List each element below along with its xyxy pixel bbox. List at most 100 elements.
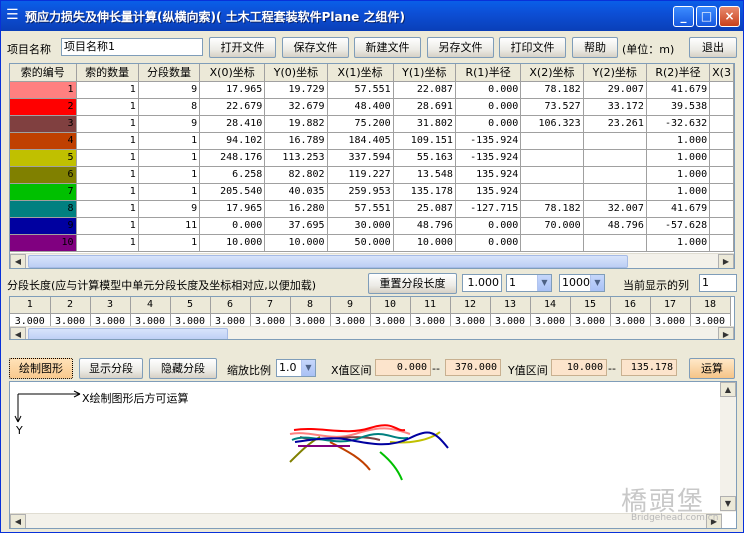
chevron-down-icon[interactable]: ▼ [590, 275, 604, 291]
table-cell[interactable] [520, 183, 584, 201]
segment-length-input[interactable]: 1.000 [462, 274, 502, 292]
table-cell[interactable]: 259.953 [327, 183, 394, 201]
table-cell[interactable]: 6.258 [199, 166, 266, 184]
segment-column-header[interactable]: 8 [290, 297, 331, 314]
close-button[interactable]: × [719, 6, 740, 27]
table-cell[interactable]: 135.924 [455, 183, 522, 201]
table-row[interactable]: 2 1 8 22.679 32.679 48.400 28.691 0.000 73.527 33… [10, 98, 734, 116]
table-cell[interactable]: 1 [138, 166, 201, 184]
table-cell[interactable]: 119.227 [327, 166, 394, 184]
table-cell[interactable]: 1.000 [646, 183, 711, 201]
segment-column-header[interactable]: 3 [90, 297, 131, 314]
segment-column-header[interactable]: 12 [450, 297, 491, 314]
table-cell[interactable]: 8 [138, 98, 201, 116]
segment-select-1[interactable]: 1 ▼ [506, 274, 552, 292]
table-cell[interactable]: 0.000 [455, 81, 522, 99]
table-cell[interactable]: 1 [76, 217, 139, 235]
table-cell[interactable]: 1 [76, 132, 139, 150]
segment-column-header[interactable]: 1 [10, 297, 51, 314]
show-segments-button[interactable]: 显示分段 [79, 358, 143, 379]
table-cell[interactable]: 57.551 [327, 81, 394, 99]
table-cell[interactable]: -127.715 [455, 200, 522, 218]
column-header[interactable]: 分段数量 [138, 64, 201, 82]
scroll-left-arrow-icon[interactable]: ◀ [10, 254, 26, 268]
column-header[interactable]: Y(2)坐标 [583, 64, 647, 82]
column-header[interactable]: R(1)半径 [455, 64, 522, 82]
column-header[interactable]: 索的数量 [76, 64, 139, 82]
table-cell[interactable]: 0.000 [455, 115, 522, 133]
table-cell[interactable]: 135.178 [393, 183, 456, 201]
table-cell[interactable]: 70.000 [520, 217, 584, 235]
help-button[interactable]: 帮助 [572, 37, 618, 58]
cable-id-cell[interactable]: 1 [10, 81, 77, 99]
table-cell[interactable]: 205.540 [199, 183, 266, 201]
segment-column-header[interactable]: 11 [410, 297, 451, 314]
table-cell[interactable] [709, 166, 734, 184]
table-cell[interactable]: 48.796 [583, 217, 647, 235]
maximize-button[interactable]: □ [696, 6, 717, 27]
cable-id-cell[interactable]: 6 [10, 166, 77, 184]
column-header[interactable]: X(2)坐标 [520, 64, 584, 82]
table-cell[interactable] [709, 234, 734, 252]
table-cell[interactable]: 9 [138, 200, 201, 218]
current-column-input[interactable]: 1 [699, 274, 737, 292]
table-cell[interactable]: 1 [76, 183, 139, 201]
reset-segment-button[interactable]: 重置分段长度 [368, 273, 457, 294]
table-cell[interactable]: 25.087 [393, 200, 456, 218]
table-cell[interactable]: 32.679 [264, 98, 328, 116]
hide-segments-button[interactable]: 隐藏分段 [149, 358, 217, 379]
cable-table[interactable]: 索的编号 索的数量 分段数量 X(0)坐标 Y(0)坐标 X(1)坐标 Y(1)坐标 R(1)… [9, 63, 735, 269]
table-cell[interactable]: 184.405 [327, 132, 394, 150]
segment-column-header[interactable]: 10 [370, 297, 411, 314]
y-min-field[interactable]: 10.000 [551, 359, 607, 376]
table-cell[interactable]: 75.200 [327, 115, 394, 133]
table-cell[interactable]: 78.182 [520, 200, 584, 218]
minimize-button[interactable]: _ [673, 6, 694, 27]
table-row[interactable]: 9 1 11 0.000 37.695 30.000 48.796 0.000 70.000 48… [10, 217, 734, 235]
scroll-right-arrow-icon[interactable]: ▶ [718, 327, 734, 339]
table-cell[interactable]: 1 [76, 149, 139, 167]
table-cell[interactable]: 50.000 [327, 234, 394, 252]
table-cell[interactable]: 57.551 [327, 200, 394, 218]
project-name-input[interactable]: 项目名称1 [61, 38, 203, 56]
table-cell[interactable]: 40.035 [264, 183, 328, 201]
table-cell[interactable]: 1 [76, 115, 139, 133]
table-cell[interactable]: 48.796 [393, 217, 456, 235]
table-cell[interactable] [520, 234, 584, 252]
column-header[interactable]: X(0)坐标 [199, 64, 266, 82]
table-cell[interactable]: 55.163 [393, 149, 456, 167]
scroll-left-arrow-icon[interactable]: ◀ [10, 327, 26, 339]
table-cell[interactable]: 82.802 [264, 166, 328, 184]
cable-id-cell[interactable]: 2 [10, 98, 77, 116]
save-file-button[interactable]: 保存文件 [282, 37, 349, 58]
segment-column-header[interactable]: 18 [690, 297, 731, 314]
table-cell[interactable] [709, 115, 734, 133]
scroll-thumb[interactable] [28, 328, 228, 339]
table-row[interactable]: 5 1 1 248.176 113.253 337.594 55.163 -135.924 1.… [10, 149, 734, 167]
table-cell[interactable]: 109.151 [393, 132, 456, 150]
table-cell[interactable]: -135.924 [455, 132, 522, 150]
table-row[interactable]: 6 1 1 6.258 82.802 119.227 13.548 135.924 1.000 [10, 166, 734, 184]
scroll-left-arrow-icon[interactable]: ◀ [10, 514, 26, 528]
table-row[interactable]: 3 1 9 28.410 19.882 75.200 31.802 0.000 106.323 2… [10, 115, 734, 133]
table-cell[interactable]: 9 [138, 81, 201, 99]
table-cell[interactable] [709, 98, 734, 116]
scroll-right-arrow-icon[interactable]: ▶ [718, 254, 734, 268]
table-cell[interactable] [583, 149, 647, 167]
segment-column-header[interactable]: 13 [490, 297, 531, 314]
canvas-hscroll[interactable]: ◀ ▶ [10, 513, 722, 528]
table-cell[interactable]: 1 [76, 81, 139, 99]
table-cell[interactable]: 19.729 [264, 81, 328, 99]
table-cell[interactable]: 135.924 [455, 166, 522, 184]
segment-column-header[interactable]: 2 [50, 297, 91, 314]
table-cell[interactable]: 10.000 [393, 234, 456, 252]
cable-table-hscroll[interactable]: ◀ ▶ [10, 253, 734, 268]
segment-column-header[interactable]: 16 [610, 297, 651, 314]
table-cell[interactable]: 22.087 [393, 81, 456, 99]
table-cell[interactable] [709, 183, 734, 201]
draw-graph-button[interactable]: 绘制图形 [9, 358, 73, 379]
column-header[interactable]: X(1)坐标 [327, 64, 394, 82]
table-row[interactable]: 1 1 9 17.965 19.729 57.551 22.087 0.000 78.182 29… [10, 81, 734, 99]
cable-id-cell[interactable]: 9 [10, 217, 77, 235]
segment-column-header[interactable]: 15 [570, 297, 611, 314]
